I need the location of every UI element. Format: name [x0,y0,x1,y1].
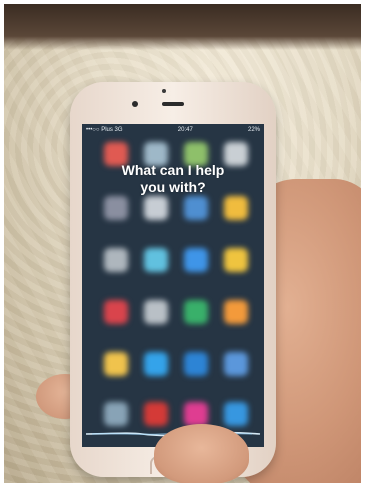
status-bar: •••○○ Plus 3G 20:47 22% [82,124,264,136]
blurred-app-icon [104,248,128,272]
blurred-app-icon [104,352,128,376]
siri-prompt: What can I help you with? [82,162,264,196]
blurred-app-icon [184,402,208,426]
blurred-app-icon [224,402,248,426]
carrier-label: •••○○ Plus 3G [86,127,123,133]
phone-screen: •••○○ Plus 3G 20:47 22% What can I help … [82,124,264,447]
blurred-app-icon [144,352,168,376]
blurred-app-icon [144,196,168,220]
siri-prompt-line-2: you with? [140,179,206,195]
background-dark-area [4,4,361,50]
blurred-app-icon [104,196,128,220]
thumb [154,424,249,483]
iphone: •••○○ Plus 3G 20:47 22% What can I help … [70,82,276,477]
blurred-app-icon [224,196,248,220]
blurred-app-icon [104,300,128,324]
blurred-app-icon [184,300,208,324]
blurred-app-icon [224,300,248,324]
blurred-app-icon [144,300,168,324]
clock: 20:47 [177,127,193,133]
blurred-app-icon [144,402,168,426]
blurred-app-icon [224,352,248,376]
blurred-app-icon [104,402,128,426]
blurred-app-icon [224,248,248,272]
blurred-app-icon [184,352,208,376]
siri-prompt-line-1: What can I help [121,162,225,178]
blurred-app-icon [184,196,208,220]
photo-scene: •••○○ Plus 3G 20:47 22% What can I help … [4,4,361,483]
front-camera-icon [132,101,138,107]
sensor-dot [162,89,166,93]
earpiece [162,102,184,106]
blurred-app-icon [144,248,168,272]
blurred-app-icon [184,248,208,272]
battery-label: 22% [247,127,260,133]
